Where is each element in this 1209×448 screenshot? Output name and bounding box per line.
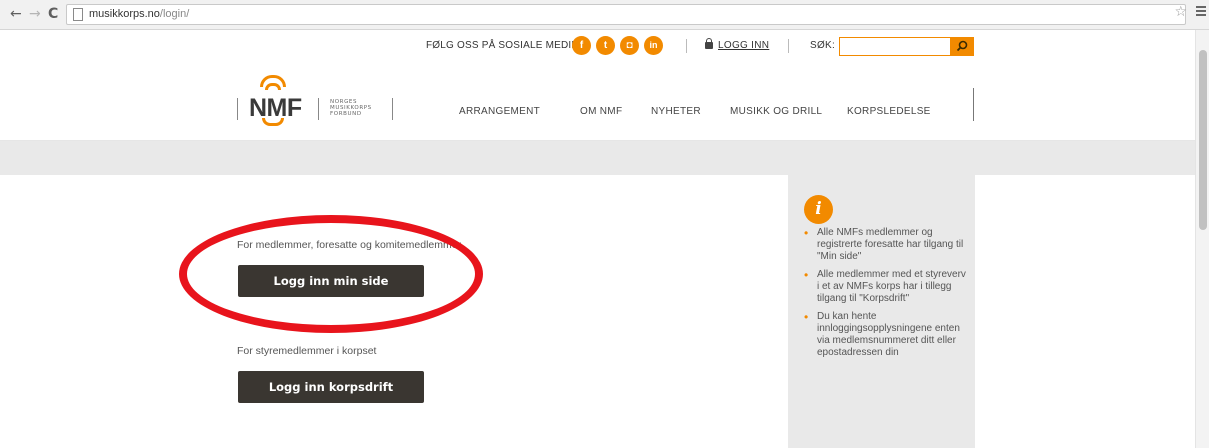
follow-us-label: FØLG OSS PÅ SOSIALE MEDIER: <box>426 40 589 51</box>
url-text: musikkorps.no/login/ <box>89 8 189 20</box>
facebook-icon[interactable]: f <box>572 36 591 55</box>
nav-item-om-nmf[interactable]: OM NMF <box>580 106 622 117</box>
divider <box>686 39 687 53</box>
info-box: i Alle NMFs medlemmer og registrerte for… <box>788 175 975 448</box>
social-topbar: FØLG OSS PÅ SOSIALE MEDIER: f t ◘ in LOG… <box>0 31 1195 61</box>
info-list: Alle NMFs medlemmer og registrerte fores… <box>802 227 970 365</box>
board-label: For styremedlemmer i korpset <box>237 345 377 357</box>
info-item: Alle medlemmer med et styreverv i et av … <box>802 269 970 305</box>
url-path: /login/ <box>159 8 190 20</box>
linkedin-icon[interactable]: in <box>644 36 663 55</box>
search-icon <box>956 40 968 52</box>
lock-icon <box>705 38 713 49</box>
twitter-icon[interactable]: t <box>596 36 615 55</box>
logo-divider <box>237 98 238 120</box>
instagram-icon[interactable]: ◘ <box>620 36 639 55</box>
reload-button[interactable]: C <box>48 6 58 22</box>
search-label: SØK: <box>810 40 836 51</box>
logo-divider <box>392 98 393 120</box>
info-item: Du kan hente innloggingsopplysningene en… <box>802 311 970 359</box>
search-button[interactable] <box>950 37 974 56</box>
nav-item-arrangement[interactable]: ARRANGEMENT <box>459 106 540 117</box>
scroll-thumb[interactable] <box>1199 50 1207 230</box>
menu-icon[interactable] <box>1196 6 1206 16</box>
nav-item-nyheter[interactable]: NYHETER <box>651 106 701 117</box>
address-bar[interactable]: musikkorps.no/login/ <box>66 4 1186 25</box>
bookmark-star-icon[interactable]: ☆ <box>1174 4 1187 20</box>
logo-divider <box>318 98 319 120</box>
login-korpsdrift-button[interactable]: Logg inn korpsdrift <box>238 371 424 403</box>
nav-item-korpsledelse[interactable]: KORPSLEDELSE <box>847 106 931 117</box>
info-icon: i <box>804 195 833 224</box>
divider <box>788 39 789 53</box>
info-item: Alle NMFs medlemmer og registrerte fores… <box>802 227 970 263</box>
login-link[interactable]: LOGG INN <box>718 40 769 51</box>
logo-subtitle: NORGES MUSIKKORPS FORBUND <box>330 99 372 117</box>
logo-sub-line: FORBUND <box>330 111 362 117</box>
logo-arc-icon <box>265 83 281 90</box>
site-header: NMF NORGES MUSIKKORPS FORBUND ARRANGEMEN… <box>0 61 1195 141</box>
logo-arc-icon <box>262 118 284 126</box>
url-host: musikkorps.no <box>89 8 160 20</box>
forward-button[interactable]: → <box>29 6 41 22</box>
gray-band <box>0 141 1195 175</box>
search-input[interactable] <box>839 37 951 56</box>
page-icon <box>73 8 83 21</box>
nav-divider <box>973 88 974 121</box>
nav-item-musikk-og-drill[interactable]: MUSIKK OG DRILL <box>730 106 822 117</box>
browser-toolbar: ← → C musikkorps.no/login/ ☆ <box>0 0 1209 30</box>
back-button[interactable]: ← <box>10 6 22 22</box>
scrollbar[interactable] <box>1195 30 1209 448</box>
annotation-ellipse <box>179 215 483 333</box>
